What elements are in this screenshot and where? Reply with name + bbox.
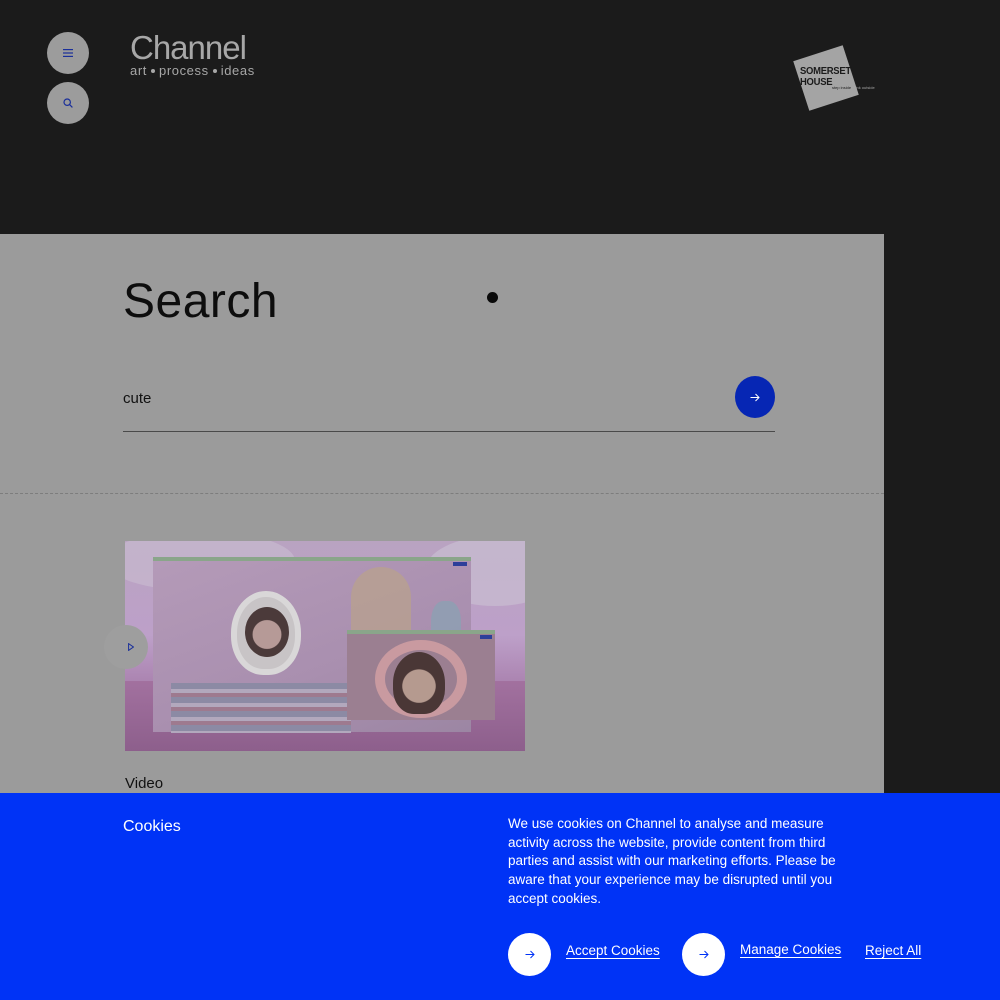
search-button[interactable] xyxy=(47,82,89,124)
tagline-word: art xyxy=(130,63,147,78)
search-form xyxy=(123,374,775,432)
channel-logo[interactable]: Channel art process ideas xyxy=(130,30,255,78)
arrow-right-icon xyxy=(750,393,760,401)
menu-button[interactable] xyxy=(47,32,89,74)
result-card[interactable]: Video xyxy=(125,541,525,792)
accept-cookies-button[interactable] xyxy=(508,933,551,976)
thumb-mirror xyxy=(231,591,301,675)
thumb-face xyxy=(245,607,289,657)
somerset-house-logo[interactable]: SOMERSET HOUSE step inside think outside xyxy=(792,44,887,114)
result-type-label: Video xyxy=(125,775,164,792)
reject-all-link[interactable]: Reject All xyxy=(865,943,921,958)
thumb-books xyxy=(171,683,351,733)
arrow-right-icon xyxy=(699,950,709,959)
cookie-heading: Cookies xyxy=(123,818,181,835)
logo-title: Channel xyxy=(130,29,247,66)
logo-sub-right: think outside xyxy=(852,85,875,90)
tagline-word: process xyxy=(158,63,209,78)
logo-subline: step inside think outside xyxy=(832,85,875,90)
tagline-dot xyxy=(150,69,155,73)
search-submit-button[interactable] xyxy=(735,376,775,418)
thumb-face xyxy=(393,652,445,714)
logo-sub-left: step inside xyxy=(832,85,852,90)
tagline-dot xyxy=(212,69,217,73)
page-title: Search xyxy=(123,275,279,328)
accept-cookies-link[interactable]: Accept Cookies xyxy=(566,943,660,958)
search-icon xyxy=(63,98,73,108)
cookie-banner: Cookies We use cookies on Channel to ana… xyxy=(0,793,1000,1000)
window-controls xyxy=(480,635,492,639)
section-divider xyxy=(0,493,884,494)
hamburger-menu-icon xyxy=(63,49,73,57)
play-button[interactable] xyxy=(104,625,148,669)
arrow-right-icon xyxy=(525,950,535,959)
mouse-cursor xyxy=(487,292,498,303)
manage-cookies-link[interactable]: Manage Cookies xyxy=(740,942,841,957)
search-input[interactable] xyxy=(123,386,713,410)
play-icon xyxy=(128,643,134,651)
tagline-word: ideas xyxy=(220,63,255,78)
video-thumbnail[interactable] xyxy=(125,541,525,751)
window-controls xyxy=(453,562,467,566)
cookie-description: We use cookies on Channel to analyse and… xyxy=(508,816,836,906)
manage-cookies-button[interactable] xyxy=(682,933,725,976)
thumb-window xyxy=(347,630,495,720)
logo-tagline: art process ideas xyxy=(130,64,255,78)
